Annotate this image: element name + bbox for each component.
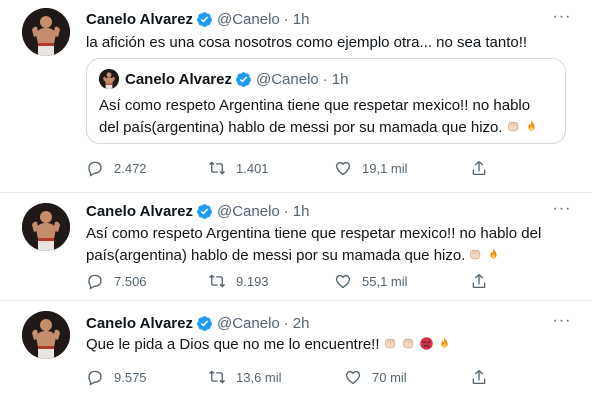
author-handle[interactable]: @Canelo	[217, 203, 280, 220]
author-name[interactable]: Canelo Alvarez	[86, 315, 193, 332]
share-icon	[470, 159, 488, 177]
like-button[interactable]: 55,1 mil	[334, 271, 408, 291]
retweet-icon	[208, 159, 226, 177]
quoted-author-handle: @Canelo	[256, 70, 319, 88]
fire-emoji	[524, 119, 539, 134]
quoted-timestamp: 1h	[331, 70, 349, 88]
author-handle[interactable]: @Canelo	[217, 11, 280, 28]
verified-badge-icon	[196, 11, 213, 28]
more-icon[interactable]: ···	[550, 9, 574, 30]
retweet-icon	[208, 272, 226, 290]
tweet-text: Así como respeto Argentina tiene que res…	[86, 223, 556, 267]
quoted-author-name: Canelo Alvarez	[125, 70, 232, 88]
like-count: 55,1 mil	[362, 273, 408, 289]
timestamp[interactable]: 1h	[293, 203, 310, 220]
retweet-button[interactable]: 9.193	[208, 271, 269, 291]
retweet-button[interactable]: 13,6 mil	[208, 367, 282, 387]
fire-emoji	[486, 247, 501, 262]
author-name[interactable]: Canelo Alvarez	[86, 203, 193, 220]
reply-button[interactable]: 9.575	[86, 367, 147, 387]
avatar[interactable]	[22, 311, 70, 359]
avatar[interactable]	[22, 203, 70, 251]
retweet-icon	[208, 368, 226, 386]
share-icon	[470, 272, 488, 290]
separator-dot: ·	[322, 70, 328, 88]
more-icon[interactable]: ···	[550, 313, 574, 334]
more-icon[interactable]: ···	[550, 201, 574, 222]
tweet-actions: 9.575 13,6 mil 70 mil	[86, 367, 506, 387]
fist-emoji	[401, 336, 416, 351]
separator-dot: ·	[283, 314, 289, 332]
fist-emoji	[468, 247, 483, 262]
like-button[interactable]: 19,1 mil	[334, 158, 408, 178]
share-button[interactable]	[470, 271, 498, 291]
quoted-tweet[interactable]: Canelo Alvarez @Canelo · 1h Así como res…	[86, 58, 566, 144]
tweet-header: Canelo Alvarez @Canelo · 1h	[86, 9, 309, 29]
fist-emoji	[383, 336, 398, 351]
fist-emoji	[506, 119, 521, 134]
heart-icon	[344, 368, 362, 386]
reply-button[interactable]: 7.506	[86, 271, 147, 291]
fire-emoji	[437, 336, 452, 351]
reply-icon	[86, 272, 104, 290]
reply-count: 9.575	[114, 369, 147, 385]
angry-face-emoji	[419, 336, 434, 351]
share-icon	[470, 368, 488, 386]
tweet-text: la afición es una cosa nosotros como eje…	[86, 34, 528, 51]
separator-dot: ·	[283, 10, 289, 28]
tweet-header: Canelo Alvarez @Canelo · 2h	[86, 313, 309, 333]
timestamp[interactable]: 1h	[293, 11, 310, 28]
reply-button[interactable]: 2.472	[86, 158, 147, 178]
quoted-avatar	[99, 69, 119, 89]
reply-count: 7.506	[114, 273, 147, 289]
verified-badge-icon	[196, 315, 213, 332]
quoted-text-content: Así como respeto Argentina tiene que res…	[99, 97, 531, 136]
tweet-header: Canelo Alvarez @Canelo · 1h	[86, 201, 309, 221]
retweet-count: 13,6 mil	[236, 369, 282, 385]
retweet-count: 9.193	[236, 273, 269, 289]
reply-count: 2.472	[114, 160, 147, 176]
like-count: 19,1 mil	[362, 160, 408, 176]
like-count: 70 mil	[372, 369, 407, 385]
tweet-2[interactable]: Canelo Alvarez @Canelo · 1h ··· Así como…	[0, 193, 592, 301]
retweet-button[interactable]: 1.401	[208, 158, 269, 178]
quoted-tweet-header: Canelo Alvarez @Canelo · 1h	[99, 69, 348, 89]
author-handle[interactable]: @Canelo	[217, 315, 280, 332]
author-name[interactable]: Canelo Alvarez	[86, 11, 193, 28]
reply-icon	[86, 159, 104, 177]
avatar[interactable]	[22, 8, 70, 56]
tweet-3[interactable]: Canelo Alvarez @Canelo · 2h ··· Que le p…	[0, 301, 592, 400]
retweet-count: 1.401	[236, 160, 269, 176]
like-button[interactable]: 70 mil	[344, 367, 407, 387]
tweet-actions: 2.472 1.401 19,1 mil	[86, 158, 506, 178]
reply-icon	[86, 368, 104, 386]
tweet-1[interactable]: Canelo Alvarez @Canelo · 1h ··· la afici…	[0, 0, 592, 193]
verified-badge-icon	[196, 203, 213, 220]
tweet-text: Que le pida a Dios que no me lo encuentr…	[86, 334, 556, 356]
heart-icon	[334, 159, 352, 177]
verified-badge-icon	[235, 71, 252, 88]
separator-dot: ·	[283, 202, 289, 220]
share-button[interactable]	[470, 158, 498, 178]
share-button[interactable]	[470, 367, 498, 387]
tweet-actions: 7.506 9.193 55,1 mil	[86, 271, 506, 291]
tweet-text-content: Que le pida a Dios que no me lo encuentr…	[86, 336, 380, 353]
timestamp[interactable]: 2h	[293, 315, 310, 332]
heart-icon	[334, 272, 352, 290]
quoted-tweet-text: Así como respeto Argentina tiene que res…	[99, 95, 549, 139]
